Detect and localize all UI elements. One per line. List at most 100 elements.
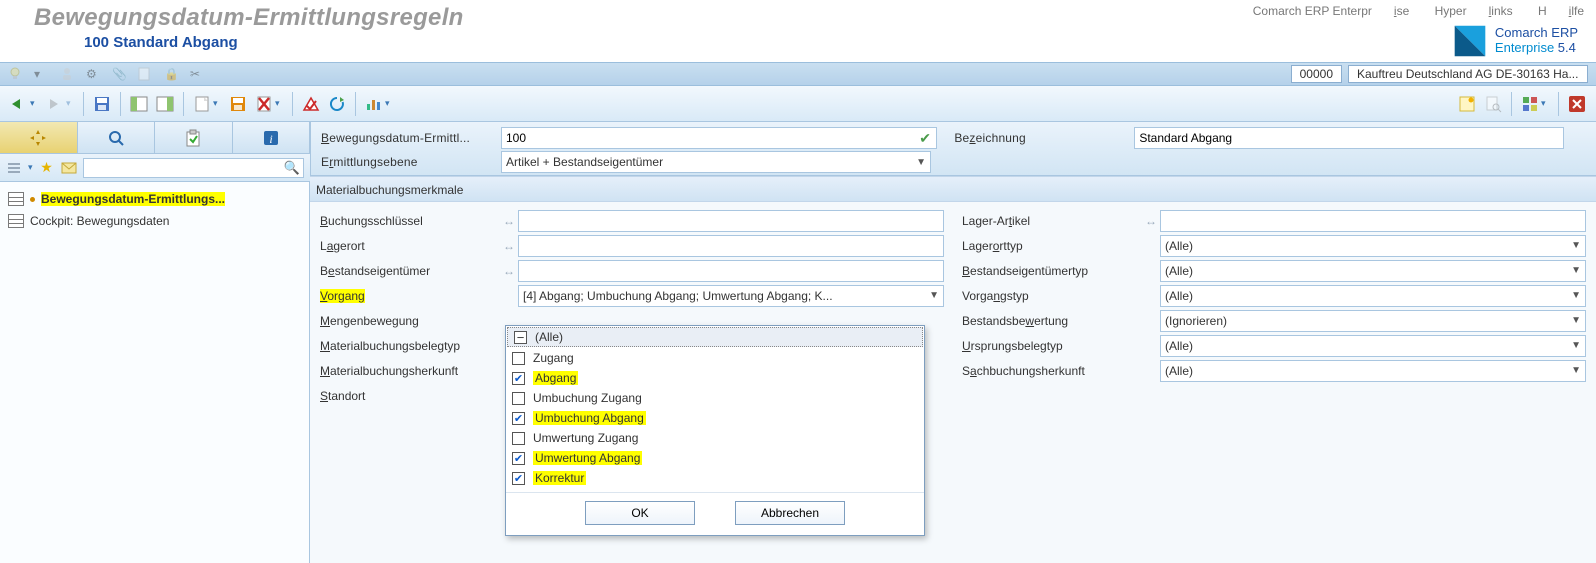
doc-icon[interactable] bbox=[138, 67, 152, 81]
mbtyp-label: Materialbuchungsbelegtyp bbox=[320, 339, 500, 353]
refresh-icon[interactable] bbox=[326, 93, 348, 115]
panel-right-icon[interactable] bbox=[154, 93, 176, 115]
lagerorttyp-combo[interactable]: (Alle)▼ bbox=[1160, 235, 1586, 257]
nav-item-cockpit[interactable]: Cockpit: Bewegungsdaten bbox=[4, 210, 305, 232]
list-dropdown[interactable]: ▾ bbox=[28, 162, 33, 173]
main-toolbar: ▾ ▾ ▾ ▾ ▾ ▾ bbox=[0, 86, 1596, 122]
back-dropdown[interactable]: ▾ bbox=[30, 98, 40, 109]
standort-label: Standort bbox=[320, 389, 500, 403]
delete-dropdown[interactable]: ▾ bbox=[275, 98, 285, 109]
nav-item-rules[interactable]: Bewegungsdatum-Ermittlungs... bbox=[4, 188, 305, 210]
tristate-checkbox[interactable]: − bbox=[514, 331, 527, 344]
new-icon[interactable] bbox=[191, 93, 213, 115]
checkbox[interactable] bbox=[512, 392, 525, 405]
chart-dropdown[interactable]: ▾ bbox=[385, 98, 395, 109]
dropdown-option-abgang[interactable]: ✔Abgang bbox=[506, 368, 924, 388]
dropdown-option-zugang[interactable]: Zugang bbox=[506, 348, 924, 368]
grid-icon bbox=[8, 192, 24, 206]
checkbox[interactable] bbox=[512, 432, 525, 445]
tree-icon[interactable] bbox=[1519, 93, 1541, 115]
ok-button[interactable]: OK bbox=[585, 501, 695, 525]
save-disk-icon[interactable] bbox=[227, 93, 249, 115]
forward-dropdown[interactable]: ▾ bbox=[66, 98, 76, 109]
menu-hyperlinks[interactable]: Hyperlinks bbox=[1435, 4, 1513, 18]
svg-text:i: i bbox=[269, 132, 272, 146]
gear-icon[interactable]: ⚙ bbox=[86, 67, 100, 81]
mini-toolbar: ▾ ⚙ 📎 🔒 ✂ bbox=[8, 67, 204, 81]
arrow-down-group-icon[interactable]: ▾ bbox=[34, 67, 48, 81]
nav-search-input[interactable] bbox=[83, 158, 304, 178]
dropdown-option-alle[interactable]: −(Alle) bbox=[507, 327, 923, 347]
dropdown-option-umwertung-zugang[interactable]: Umwertung Zugang bbox=[506, 428, 924, 448]
search-doc-icon[interactable] bbox=[1482, 93, 1504, 115]
menu-app[interactable]: Comarch ERP Enterprise bbox=[1253, 4, 1410, 18]
checkbox[interactable]: ✔ bbox=[512, 472, 525, 485]
ebene-label: Ermittlungsebene bbox=[321, 155, 501, 169]
sbherk-label: Sachbuchungsherkunft bbox=[962, 364, 1142, 378]
back-icon[interactable] bbox=[8, 93, 30, 115]
dropdown-option-korrektur[interactable]: ✔Korrektur bbox=[506, 468, 924, 488]
status-company[interactable]: Kauftreu Deutschland AG DE-30163 Ha... bbox=[1348, 65, 1588, 83]
dropdown-option-umbuchung-abgang[interactable]: ✔Umbuchung Abgang bbox=[506, 408, 924, 428]
betyp-combo[interactable]: (Alle)▼ bbox=[1160, 260, 1586, 282]
lagerorttyp-label: Lagerorttyp bbox=[962, 239, 1142, 253]
nav-tab-move[interactable] bbox=[0, 122, 78, 153]
vgtyp-combo[interactable]: (Alle)▼ bbox=[1160, 285, 1586, 307]
expand-icon[interactable]: ↔ bbox=[500, 264, 518, 278]
sbherk-combo[interactable]: (Alle)▼ bbox=[1160, 360, 1586, 382]
validate-icon[interactable] bbox=[300, 93, 322, 115]
buchschl-input[interactable] bbox=[518, 210, 944, 232]
expand-icon[interactable]: ↔ bbox=[500, 214, 518, 228]
ubtyp-combo[interactable]: (Alle)▼ bbox=[1160, 335, 1586, 357]
menu-help[interactable]: Hilfe bbox=[1538, 4, 1584, 18]
vgtyp-label: Vorgangstyp bbox=[962, 289, 1142, 303]
mail-icon[interactable] bbox=[61, 160, 77, 176]
close-icon[interactable] bbox=[1566, 93, 1588, 115]
expand-icon[interactable]: ↔ bbox=[500, 239, 518, 253]
section-header: Materialbuchungsmerkmale bbox=[310, 176, 1596, 202]
id-input[interactable] bbox=[501, 127, 937, 149]
bez-input[interactable] bbox=[1134, 127, 1564, 149]
checkbox[interactable]: ✔ bbox=[512, 452, 525, 465]
bulb-icon[interactable] bbox=[8, 67, 22, 81]
checkbox[interactable]: ✔ bbox=[512, 372, 525, 385]
delete-icon[interactable] bbox=[253, 93, 275, 115]
vorgang-combo[interactable]: [4] Abgang; Umbuchung Abgang; Umwertung … bbox=[518, 285, 944, 307]
forward-icon[interactable] bbox=[44, 93, 66, 115]
top-menu: Comarch ERP Enterprise Hyperlinks Hilfe bbox=[1231, 4, 1584, 22]
expand-icon[interactable]: ↔ bbox=[1142, 214, 1160, 228]
bez-label: Bezeichnung bbox=[954, 131, 1134, 145]
checkbox[interactable] bbox=[512, 352, 525, 365]
note-icon[interactable] bbox=[1456, 93, 1478, 115]
save-icon[interactable] bbox=[91, 93, 113, 115]
lagerort-input[interactable] bbox=[518, 235, 944, 257]
chart-icon[interactable] bbox=[363, 93, 385, 115]
ebene-combo[interactable]: Artikel + Bestandseigentümer▼ bbox=[501, 151, 931, 173]
main-form: Materialbuchungsmerkmale Buchungsschlüss… bbox=[310, 176, 1596, 563]
nav-tab-search[interactable] bbox=[78, 122, 156, 153]
bewert-combo[interactable]: (Ignorieren)▼ bbox=[1160, 310, 1586, 332]
nav-tab-info[interactable]: i bbox=[233, 122, 311, 153]
new-dropdown[interactable]: ▾ bbox=[213, 98, 223, 109]
dropdown-option-umbuchung-zugang[interactable]: Umbuchung Zugang bbox=[506, 388, 924, 408]
mbherk-label: Materialbuchungsherkunft bbox=[320, 364, 500, 378]
tree-dropdown[interactable]: ▾ bbox=[1541, 98, 1551, 109]
dropdown-option-umwertung-abgang[interactable]: ✔Umwertung Abgang bbox=[506, 448, 924, 468]
panel-left-icon[interactable] bbox=[128, 93, 150, 115]
nav-tab-clipboard[interactable] bbox=[155, 122, 233, 153]
lagerort-label: Lagerort bbox=[320, 239, 500, 253]
cancel-button[interactable]: Abbrechen bbox=[735, 501, 845, 525]
status-code[interactable]: 00000 bbox=[1291, 65, 1342, 83]
bestand-input[interactable] bbox=[518, 260, 944, 282]
lagerart-input[interactable] bbox=[1160, 210, 1586, 232]
star-icon[interactable]: ★ bbox=[39, 160, 55, 176]
scissors-icon[interactable]: ✂ bbox=[190, 67, 204, 81]
nav-tree: Bewegungsdatum-Ermittlungs... Cockpit: B… bbox=[0, 182, 310, 563]
checkbox[interactable]: ✔ bbox=[512, 412, 525, 425]
grid-icon bbox=[8, 214, 24, 228]
menge-label: Mengenbewegung bbox=[320, 314, 500, 328]
list-icon[interactable] bbox=[6, 160, 22, 176]
paperclip-icon[interactable]: 📎 bbox=[112, 67, 126, 81]
lock-icon[interactable]: 🔒 bbox=[164, 67, 178, 81]
user-icon[interactable] bbox=[60, 67, 74, 81]
